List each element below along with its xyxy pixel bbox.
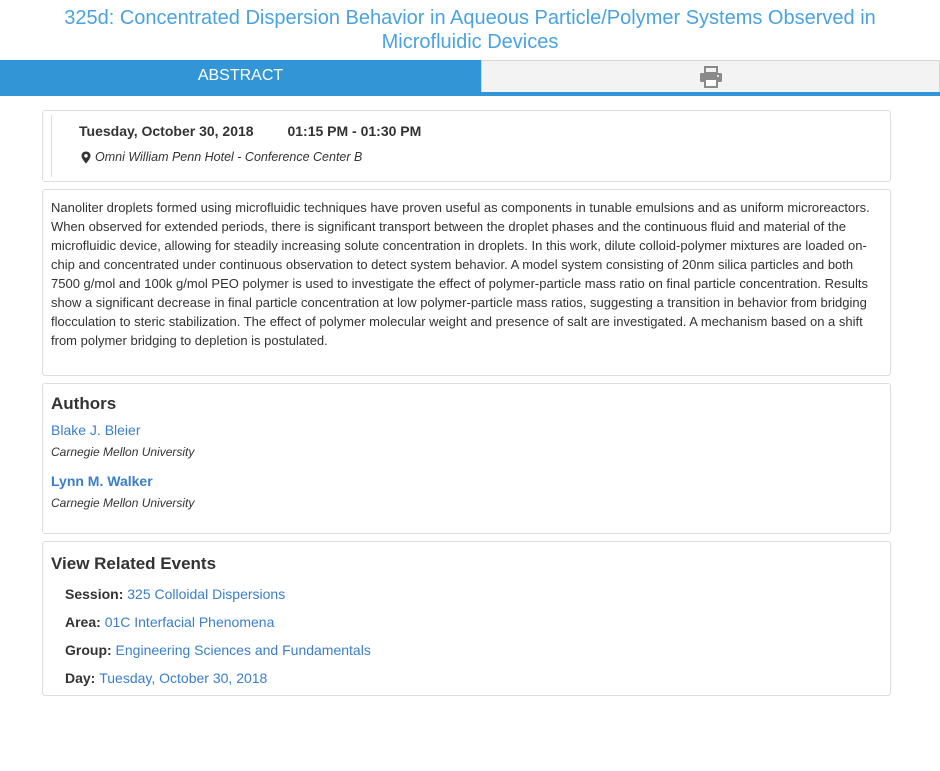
related-label: Group: — [65, 642, 116, 658]
page-title: 325d: Concentrated Dispersion Behavior i… — [64, 7, 876, 53]
event-time-panel: Tuesday, October 30, 2018 01:15 PM - 01:… — [42, 110, 891, 182]
related-session-link[interactable]: 325 Colloidal Dispersions — [127, 586, 285, 602]
related-area: Area: 01C Interfacial Phenomena — [65, 612, 882, 640]
authors-panel: Authors Blake J. Bleier Carnegie Mellon … — [42, 383, 891, 534]
author-link[interactable]: Blake J. Bleier — [51, 422, 140, 438]
related-day: Day: Tuesday, October 30, 2018 — [65, 668, 882, 696]
related-events-panel: View Related Events Session: 325 Colloid… — [42, 541, 891, 696]
related-group: Group: Engineering Sciences and Fundamen… — [65, 640, 882, 668]
author-item: Blake J. Bleier Carnegie Mellon Universi… — [51, 422, 882, 459]
related-label: Day: — [65, 670, 100, 686]
tab-abstract[interactable]: ABSTRACT — [0, 60, 481, 92]
event-date: Tuesday, October 30, 2018 — [79, 123, 254, 139]
tab-bar: ABSTRACT — [0, 60, 940, 96]
related-events-list: Session: 325 Colloidal Dispersions Area:… — [51, 584, 882, 696]
related-day-link[interactable]: Tuesday, October 30, 2018 — [99, 670, 267, 686]
event-time: 01:15 PM - 01:30 PM — [287, 123, 422, 139]
related-group-link[interactable]: Engineering Sciences and Fundamentals — [116, 642, 371, 658]
printer-icon — [699, 65, 722, 88]
related-area-link[interactable]: 01C Interfacial Phenomena — [105, 614, 275, 630]
author-affiliation: Carnegie Mellon University — [51, 445, 195, 459]
author-affiliation: Carnegie Mellon University — [51, 496, 195, 510]
abstract-text: Nanoliter droplets formed using microflu… — [51, 200, 870, 348]
related-label: Area: — [65, 614, 105, 630]
event-datetime: Tuesday, October 30, 2018 01:15 PM - 01:… — [79, 123, 421, 139]
event-location-text: Omni William Penn Hotel - Conference Cen… — [95, 150, 363, 164]
author-link[interactable]: Lynn M. Walker — [51, 473, 153, 489]
page: 325d: Concentrated Dispersion Behavior i… — [0, 0, 940, 771]
authors-heading: Authors — [51, 394, 117, 413]
related-events-heading: View Related Events — [51, 554, 217, 573]
abstract-panel: Nanoliter droplets formed using microflu… — [42, 189, 891, 376]
related-label: Session: — [65, 586, 128, 602]
related-session: Session: 325 Colloidal Dispersions — [65, 584, 882, 612]
tab-print[interactable] — [481, 60, 940, 92]
event-location: Omni William Penn Hotel - Conference Cen… — [81, 150, 362, 164]
panel-divider — [51, 115, 52, 177]
author-item: Lynn M. Walker Carnegie Mellon Universit… — [51, 473, 882, 510]
map-marker-icon — [81, 151, 91, 163]
